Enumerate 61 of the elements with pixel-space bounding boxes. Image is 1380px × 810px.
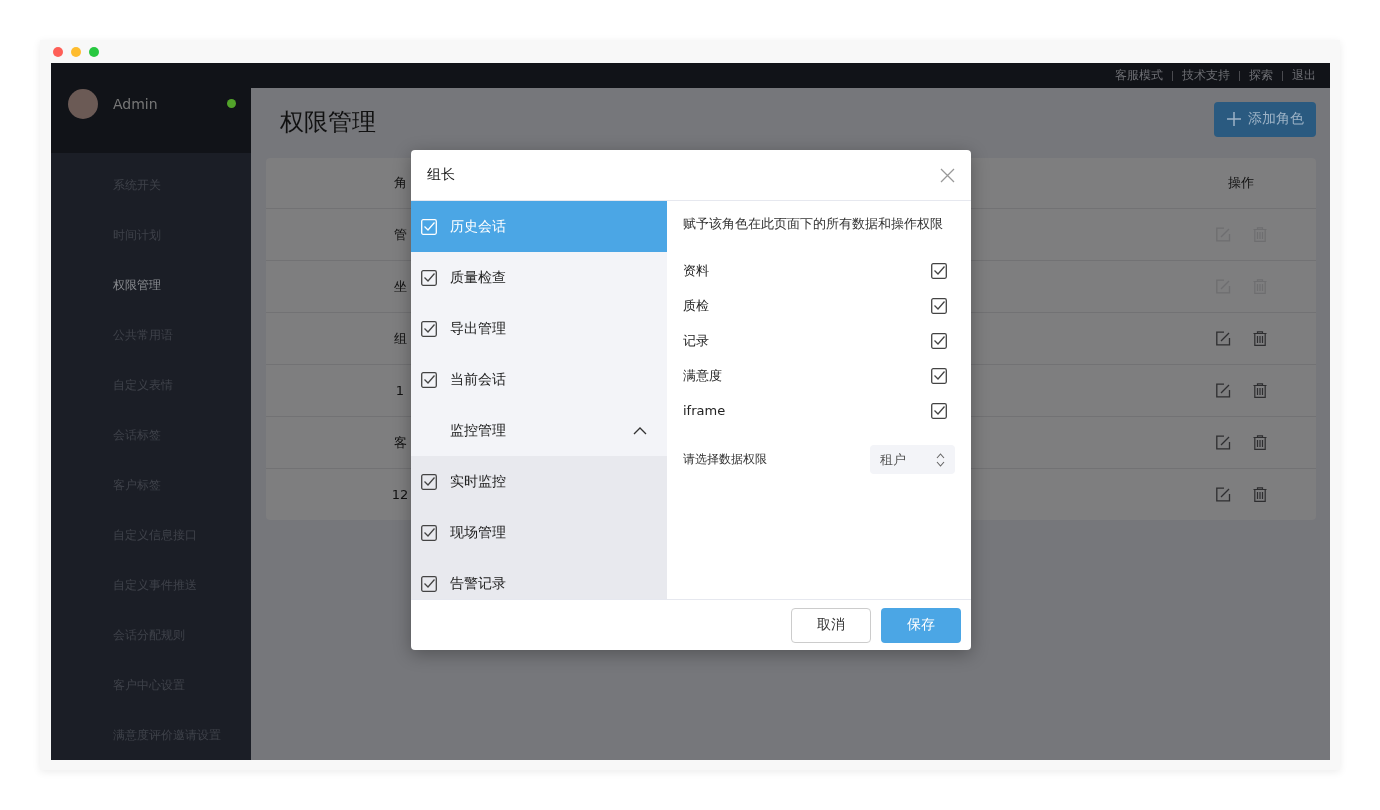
module-group[interactable]: 监控管理 [411,405,667,456]
plus-icon [1226,111,1242,127]
checkbox[interactable] [421,473,437,490]
edit-icon[interactable] [1215,331,1231,346]
checkbox[interactable] [931,332,947,349]
checkbox[interactable] [421,575,437,592]
module-item[interactable]: 质量检查 [411,252,667,303]
data-scope-label: 请选择数据权限 [683,451,767,468]
table-cell: 12 [391,487,409,502]
checkbox[interactable] [421,269,437,286]
permission-label: 资料 [683,261,709,280]
sidebar-item[interactable]: 权限管理 [51,260,251,310]
table-cell: 坐 [393,278,407,294]
permission-label: iframe [683,403,726,418]
edit-icon[interactable] [1215,383,1231,398]
save-button[interactable]: 保存 [881,607,961,643]
top-link[interactable]: 退出 [1292,68,1316,83]
table-cell: 组 [393,330,407,346]
checkbox[interactable] [421,320,437,337]
edit-icon[interactable] [1215,487,1231,502]
chevron-icon [633,426,647,435]
maximize-window-icon[interactable] [89,46,99,57]
table-cell: 客 [393,434,407,450]
data-scope-select[interactable]: 租户 [870,445,955,474]
permission-label: 满意度 [683,366,722,385]
page-title: 权限管理 [279,107,376,138]
top-link[interactable]: 探索 [1249,68,1273,83]
table-cell: 管 [393,226,407,242]
module-item[interactable]: 实时监控 [411,456,667,507]
column-header: 操作 [1227,174,1255,192]
table-cell: 1 [395,383,405,398]
module-item[interactable]: 告警记录 [411,558,667,599]
checkbox[interactable] [421,524,437,541]
add-role-button[interactable]: 添加角色 [1214,101,1316,137]
checkbox[interactable] [931,262,947,279]
avatar [68,89,98,119]
top-link[interactable]: 技术支持 [1182,68,1230,83]
trash-icon[interactable] [1252,487,1267,502]
checkbox[interactable] [421,371,437,388]
close-window-icon[interactable] [53,46,63,57]
column-header: 角 [393,175,407,190]
trash-icon[interactable] [1252,331,1267,346]
edit-icon[interactable] [1215,435,1231,450]
permission-label: 质检 [683,296,709,315]
trash-icon[interactable] [1252,435,1267,450]
user-name: Admin [113,95,159,114]
checkbox[interactable] [931,367,947,384]
checkbox[interactable] [931,297,947,314]
top-link[interactable]: 客服模式 [1115,68,1163,83]
dialog-title: 组长 [427,166,455,184]
cancel-button[interactable]: 取消 [791,607,871,643]
module-item[interactable]: 历史会话 [411,201,667,252]
module-item[interactable]: 导出管理 [411,303,667,354]
sort-arrows-icon [936,452,945,467]
module-item[interactable]: 现场管理 [411,507,667,558]
checkbox[interactable] [931,402,947,419]
close-icon[interactable] [940,167,955,183]
module-item[interactable]: 当前会话 [411,354,667,405]
trash-icon[interactable] [1252,383,1267,398]
permission-label: 记录 [683,331,709,350]
description-text: 赋予该角色在此页面下的所有数据和操作权限 [683,215,944,233]
